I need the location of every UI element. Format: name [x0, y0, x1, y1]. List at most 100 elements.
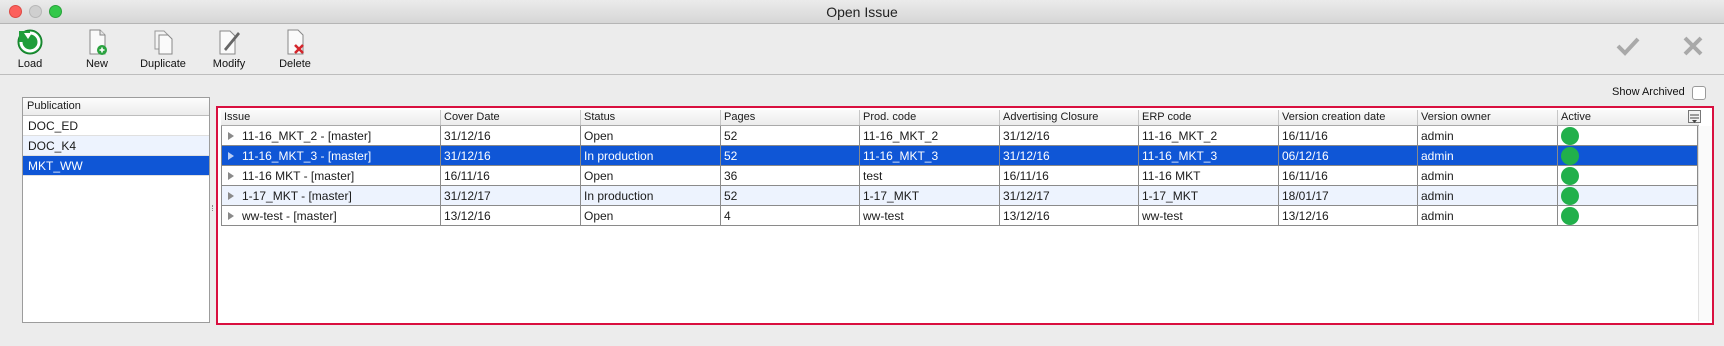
column-header-erp-code[interactable]: ERP code: [1139, 110, 1279, 125]
cell-cover-date: 31/12/16: [441, 126, 581, 145]
load-icon: [17, 29, 43, 55]
cell-adv-closure: 16/11/16: [1000, 166, 1139, 185]
expand-triangle-icon[interactable]: [228, 191, 234, 200]
cell-owner: admin: [1418, 186, 1558, 205]
publication-item[interactable]: DOC_K4: [23, 136, 209, 156]
cell-issue: 1-17_MKT - [master]: [242, 189, 352, 203]
cell-erp-code: 1-17_MKT: [1139, 186, 1279, 205]
publication-item-selected[interactable]: MKT_WW: [23, 156, 209, 176]
cell-status: Open: [581, 166, 721, 185]
cell-cover-date: 31/12/17: [441, 186, 581, 205]
active-status-dot: [1561, 127, 1579, 145]
cell-adv-closure: 13/12/16: [1000, 206, 1139, 225]
cell-pages: 52: [721, 126, 860, 145]
cell-active: [1558, 146, 1698, 165]
cell-status: Open: [581, 126, 721, 145]
cell-issue: ww-test - [master]: [242, 209, 337, 223]
table-row-selected[interactable]: 11-16_MKT_3 - [master] 31/12/16 In produ…: [221, 146, 1699, 166]
cell-version-date: 16/11/16: [1279, 126, 1418, 145]
vertical-scrollbar[interactable]: [1698, 126, 1712, 321]
cell-status: Open: [581, 206, 721, 225]
cell-cover-date: 13/12/16: [441, 206, 581, 225]
cell-owner: admin: [1418, 126, 1558, 145]
expand-triangle-icon[interactable]: [228, 131, 234, 140]
modify-icon: [219, 30, 240, 55]
cell-erp-code: 11-16_MKT_3: [1139, 146, 1279, 165]
cell-adv-closure: 31/12/16: [1000, 146, 1139, 165]
load-label: Load: [17, 58, 43, 70]
cell-version-date: 13/12/16: [1279, 206, 1418, 225]
active-status-dot: [1561, 147, 1579, 165]
table-header: Issue Cover Date Status Pages Prod. code…: [221, 110, 1699, 126]
expand-triangle-icon[interactable]: [228, 171, 234, 180]
cell-erp-code: 11-16_MKT_2: [1139, 126, 1279, 145]
publication-list: Publication DOC_ED DOC_K4 MKT_WW: [22, 97, 210, 323]
column-header-version-owner[interactable]: Version owner: [1418, 110, 1558, 125]
cell-erp-code: 11-16 MKT: [1139, 166, 1279, 185]
issues-table: Issue Cover Date Status Pages Prod. code…: [216, 106, 1714, 325]
delete-label: Delete: [279, 58, 311, 70]
cell-pages: 52: [721, 146, 860, 165]
column-header-cover-date[interactable]: Cover Date: [441, 110, 581, 125]
table-row[interactable]: 11-16_MKT_2 - [master] 31/12/16 Open 52 …: [221, 126, 1699, 146]
cell-pages: 4: [721, 206, 860, 225]
toolbar: Load New Duplicate Modify Delete: [0, 25, 1724, 75]
modify-button[interactable]: Modify: [196, 27, 262, 70]
active-status-dot: [1561, 187, 1579, 205]
cell-cover-date: 16/11/16: [441, 166, 581, 185]
publication-header: Publication: [23, 98, 209, 116]
cell-owner: admin: [1418, 146, 1558, 165]
expand-triangle-icon[interactable]: [228, 151, 234, 160]
column-header-issue[interactable]: Issue: [221, 110, 441, 125]
cell-active: [1558, 186, 1698, 205]
new-document-icon: [89, 29, 107, 55]
cell-prod-code: test: [860, 166, 1000, 185]
column-header-prod-code[interactable]: Prod. code: [860, 110, 1000, 125]
column-header-status[interactable]: Status: [581, 110, 721, 125]
column-header-version-creation-date[interactable]: Version creation date: [1279, 110, 1418, 125]
cell-adv-closure: 31/12/17: [1000, 186, 1139, 205]
duplicate-icon: [154, 30, 173, 55]
cell-prod-code: ww-test: [860, 206, 1000, 225]
column-header-advertising-closure[interactable]: Advertising Closure: [1000, 110, 1139, 125]
window-title: Open Issue: [826, 4, 898, 20]
expand-triangle-icon[interactable]: [228, 211, 234, 220]
modify-label: Modify: [212, 58, 246, 70]
cell-erp-code: ww-test: [1139, 206, 1279, 225]
cell-active: [1558, 126, 1698, 145]
cell-owner: admin: [1418, 166, 1558, 185]
delete-icon: [287, 29, 304, 55]
cell-status: In production: [581, 186, 721, 205]
cell-issue: 11-16_MKT_2 - [master]: [242, 129, 372, 143]
table-row[interactable]: 1-17_MKT - [master] 31/12/17 In producti…: [221, 186, 1699, 206]
column-chooser-button[interactable]: [1688, 110, 1701, 123]
cell-pages: 52: [721, 186, 860, 205]
show-archived-checkbox[interactable]: [1692, 86, 1706, 100]
table-row[interactable]: ww-test - [master] 13/12/16 Open 4 ww-te…: [221, 206, 1699, 226]
cell-active: [1558, 166, 1698, 185]
table-row[interactable]: 11-16 MKT - [master] 16/11/16 Open 36 te…: [221, 166, 1699, 186]
active-status-dot: [1561, 207, 1579, 225]
cell-prod-code: 11-16_MKT_3: [860, 146, 1000, 165]
cell-pages: 36: [721, 166, 860, 185]
new-button[interactable]: New: [64, 27, 130, 70]
cell-version-date: 16/11/16: [1279, 166, 1418, 185]
duplicate-label: Duplicate: [140, 58, 186, 70]
active-status-dot: [1561, 167, 1579, 185]
duplicate-button[interactable]: Duplicate: [130, 27, 196, 70]
delete-button[interactable]: Delete: [262, 27, 328, 70]
cell-issue: 11-16_MKT_3 - [master]: [242, 149, 372, 163]
new-label: New: [85, 58, 108, 70]
cell-issue: 11-16 MKT - [master]: [242, 169, 355, 183]
load-button[interactable]: Load: [0, 27, 63, 70]
cell-status: In production: [581, 146, 721, 165]
cell-prod-code: 1-17_MKT: [860, 186, 1000, 205]
column-header-pages[interactable]: Pages: [721, 110, 860, 125]
cancel-x-icon[interactable]: [1678, 31, 1708, 61]
column-chooser-icon: [1690, 114, 1699, 123]
column-header-active[interactable]: Active: [1558, 110, 1698, 125]
publication-item[interactable]: DOC_ED: [23, 116, 209, 136]
cell-owner: admin: [1418, 206, 1558, 225]
cell-version-date: 06/12/16: [1279, 146, 1418, 165]
confirm-checkmark-icon[interactable]: [1613, 31, 1643, 61]
